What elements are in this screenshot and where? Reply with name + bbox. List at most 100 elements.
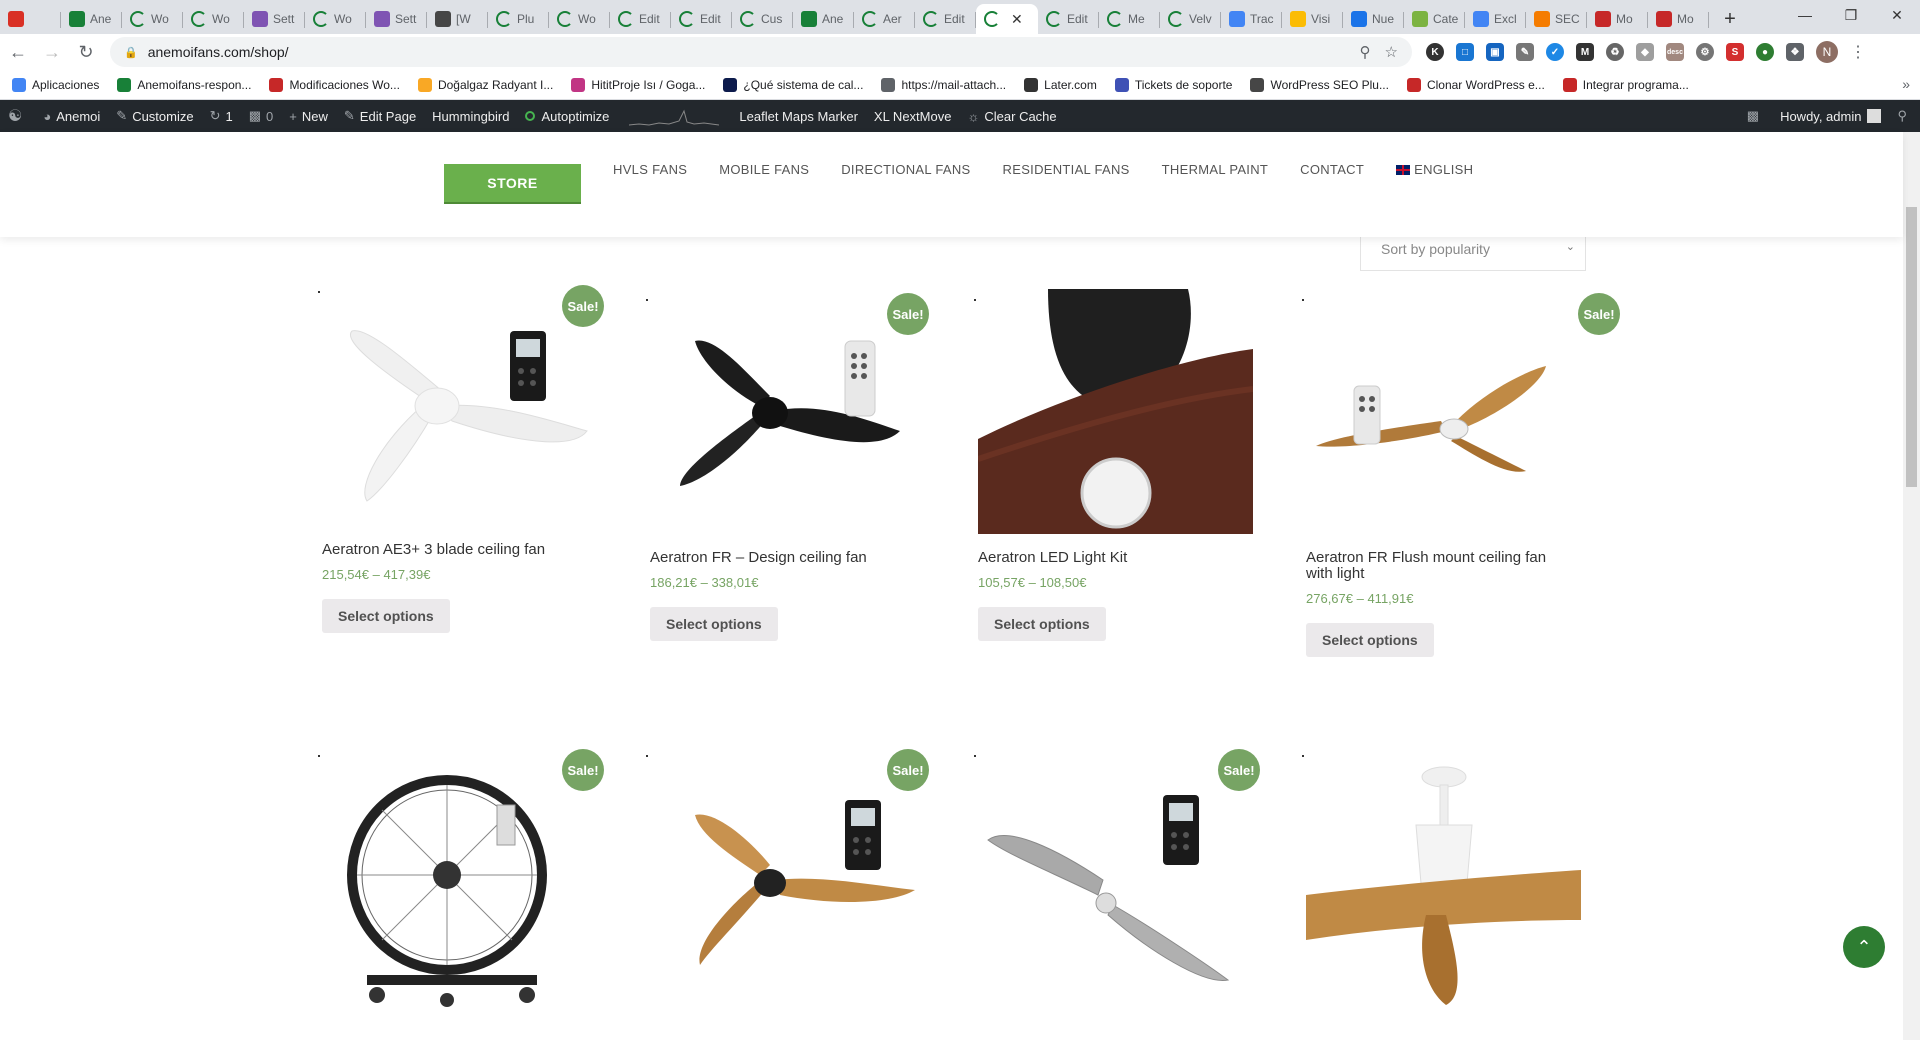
address-bar[interactable]: 🔒 anemoifans.com/shop/ ⚲ ☆ bbox=[110, 37, 1412, 67]
extension-gear-icon[interactable]: ⚙ bbox=[1696, 43, 1714, 61]
forward-icon[interactable]: → bbox=[36, 36, 68, 68]
close-tab-icon[interactable]: ✕ bbox=[1011, 11, 1023, 28]
product-card[interactable]: Sale! bbox=[974, 749, 1268, 1000]
extension-recycle-icon[interactable]: ♻ bbox=[1606, 43, 1624, 61]
extension-doc-icon[interactable]: □ bbox=[1456, 43, 1474, 61]
browser-tab[interactable]: Mo bbox=[1587, 4, 1648, 34]
admin-edit-page[interactable]: ✎ Edit Page bbox=[336, 100, 424, 132]
nav-contact[interactable]: CONTACT bbox=[1300, 162, 1364, 177]
page-scrollbar[interactable] bbox=[1903, 132, 1920, 1040]
admin-search-icon[interactable]: ⚲ bbox=[1889, 100, 1920, 132]
nav-language[interactable]: ENGLISH bbox=[1396, 162, 1473, 177]
admin-account[interactable]: Howdy, admin bbox=[1772, 100, 1889, 132]
product-image[interactable]: Sale! bbox=[318, 749, 604, 1007]
product-card[interactable]: Sale! bbox=[646, 749, 940, 1000]
bookmark-item[interactable]: Aplicaciones bbox=[12, 77, 99, 92]
bookmark-item[interactable]: Anemoifans-respon... bbox=[117, 77, 251, 92]
product-card[interactable]: Sale! Aeratron AE3+ 3 blade ceiling fan … bbox=[318, 285, 612, 633]
admin-customize[interactable]: ✎ Customize bbox=[108, 100, 201, 132]
back-icon[interactable]: ← bbox=[2, 36, 34, 68]
extension-eyedropper-icon[interactable]: ✎ bbox=[1516, 43, 1534, 61]
extension-s-icon[interactable]: S bbox=[1726, 43, 1744, 61]
extension-k-icon[interactable]: K bbox=[1426, 43, 1444, 61]
product-title[interactable]: Aeratron FR Flush mount ceiling fan with… bbox=[1306, 550, 1566, 582]
browser-tab[interactable]: Wo bbox=[183, 4, 244, 34]
admin-hummingbird[interactable]: Hummingbird bbox=[424, 100, 517, 132]
bookmark-item[interactable]: Modificaciones Wo... bbox=[269, 77, 400, 92]
browser-tab[interactable]: SEC bbox=[1526, 4, 1587, 34]
bookmark-item[interactable]: ¿Qué sistema de cal... bbox=[723, 77, 863, 92]
browser-tab[interactable]: Sett bbox=[244, 4, 305, 34]
product-title[interactable]: Aeratron AE3+ 3 blade ceiling fan bbox=[322, 542, 612, 558]
browser-tab[interactable]: Ane bbox=[61, 4, 122, 34]
browser-tab[interactable]: Edit bbox=[1038, 4, 1099, 34]
browser-tab[interactable]: Cate bbox=[1404, 4, 1465, 34]
bookmark-item[interactable]: Integrar programa... bbox=[1562, 77, 1689, 92]
browser-tab[interactable]: Wo bbox=[549, 4, 610, 34]
bookmark-item[interactable]: WordPress SEO Plu... bbox=[1250, 77, 1389, 92]
extension-tag-icon[interactable]: ◆ bbox=[1636, 43, 1654, 61]
product-image[interactable] bbox=[1302, 755, 1581, 1005]
profile-avatar[interactable]: N bbox=[1816, 41, 1838, 63]
minimize-icon[interactable]: — bbox=[1782, 0, 1828, 30]
browser-tab[interactable]: Me bbox=[1099, 4, 1160, 34]
browser-tab[interactable]: [W bbox=[427, 4, 488, 34]
nav-hvls-fans[interactable]: HVLS FANS bbox=[613, 162, 687, 177]
nav-directional-fans[interactable]: DIRECTIONAL FANS bbox=[841, 162, 970, 177]
zoom-icon[interactable]: ⚲ bbox=[1360, 43, 1371, 61]
bookmark-item[interactable]: Tickets de soporte bbox=[1114, 77, 1232, 92]
admin-notifications-icon[interactable]: ▩ bbox=[1739, 100, 1772, 132]
product-image[interactable]: Sale! bbox=[646, 291, 929, 536]
browser-tab[interactable]: Edit bbox=[671, 4, 732, 34]
scrollbar-thumb[interactable] bbox=[1906, 207, 1917, 487]
browser-tab[interactable]: Mo bbox=[1648, 4, 1709, 34]
select-options-button[interactable]: Select options bbox=[322, 599, 450, 633]
product-image[interactable]: Sale! bbox=[318, 285, 604, 536]
bookmark-item[interactable]: Doğalgaz Radyant I... bbox=[417, 77, 553, 92]
admin-autoptimize[interactable]: Autoptimize bbox=[517, 100, 617, 132]
store-button[interactable]: STORE bbox=[444, 164, 581, 204]
nav-mobile-fans[interactable]: MOBILE FANS bbox=[719, 162, 809, 177]
admin-clear-cache[interactable]: ☼ Clear Cache bbox=[959, 100, 1064, 132]
restore-icon[interactable]: ❐ bbox=[1828, 0, 1874, 30]
browser-tab[interactable]: Edit bbox=[915, 4, 976, 34]
browser-menu-icon[interactable]: ⋮ bbox=[1850, 42, 1866, 62]
browser-tab[interactable]: Visi bbox=[1282, 4, 1343, 34]
select-options-button[interactable]: Select options bbox=[650, 607, 778, 641]
scroll-to-top-button[interactable]: ⌃ bbox=[1843, 926, 1885, 968]
admin-site-name[interactable]: ◕ Anemoi bbox=[35, 100, 108, 132]
product-card[interactable] bbox=[1302, 755, 1596, 1005]
admin-nextmove[interactable]: XL NextMove bbox=[866, 100, 960, 132]
nav-residential-fans[interactable]: RESIDENTIAL FANS bbox=[1003, 162, 1130, 177]
product-card[interactable]: Sale! Aeratron FR Flush mount ceiling fa… bbox=[1302, 291, 1620, 657]
browser-tab[interactable]: Plu bbox=[488, 4, 549, 34]
new-tab-button[interactable]: + bbox=[1715, 4, 1745, 34]
bookmark-item[interactable]: Clonar WordPress e... bbox=[1406, 77, 1545, 92]
extension-chat-icon[interactable]: ✓ bbox=[1546, 43, 1564, 61]
admin-comments[interactable]: ▩ 0 bbox=[241, 100, 282, 132]
select-options-button[interactable]: Select options bbox=[978, 607, 1106, 641]
admin-updates[interactable]: ↻ 1 bbox=[202, 100, 241, 132]
bookmarks-more-icon[interactable]: » bbox=[1902, 76, 1910, 92]
extension-mail-icon[interactable]: M bbox=[1576, 43, 1594, 61]
browser-tab[interactable]: Ane bbox=[793, 4, 854, 34]
product-title[interactable]: Aeratron FR – Design ceiling fan bbox=[650, 550, 940, 566]
extension-desc-icon[interactable]: desc bbox=[1666, 43, 1684, 61]
browser-tab[interactable]: Cus bbox=[732, 4, 793, 34]
reload-icon[interactable]: ↻ bbox=[70, 36, 102, 68]
product-card[interactable]: Aeratron LED Light Kit 105,57€ – 108,50€… bbox=[974, 289, 1268, 641]
extensions-puzzle-icon[interactable]: ❖ bbox=[1786, 43, 1804, 61]
bookmark-item[interactable]: HititProje Isı / Goga... bbox=[571, 77, 705, 92]
browser-tab[interactable] bbox=[0, 4, 61, 34]
product-image[interactable] bbox=[974, 289, 1253, 536]
product-card[interactable]: Sale! Aeratron FR – Design ceiling fan 1… bbox=[646, 291, 940, 641]
select-options-button[interactable]: Select options bbox=[1306, 623, 1434, 657]
product-image[interactable]: Sale! bbox=[646, 749, 929, 1000]
traffic-sparkline[interactable] bbox=[629, 106, 720, 126]
product-title[interactable]: Aeratron LED Light Kit bbox=[978, 550, 1268, 566]
admin-new[interactable]: + New bbox=[281, 100, 336, 132]
bookmark-item[interactable]: https://mail-attach... bbox=[881, 77, 1006, 92]
sort-select[interactable]: Sort by popularity ⌄ bbox=[1360, 237, 1586, 271]
admin-leaflet[interactable]: Leaflet Maps Marker bbox=[731, 100, 866, 132]
bookmark-star-icon[interactable]: ☆ bbox=[1385, 43, 1398, 61]
